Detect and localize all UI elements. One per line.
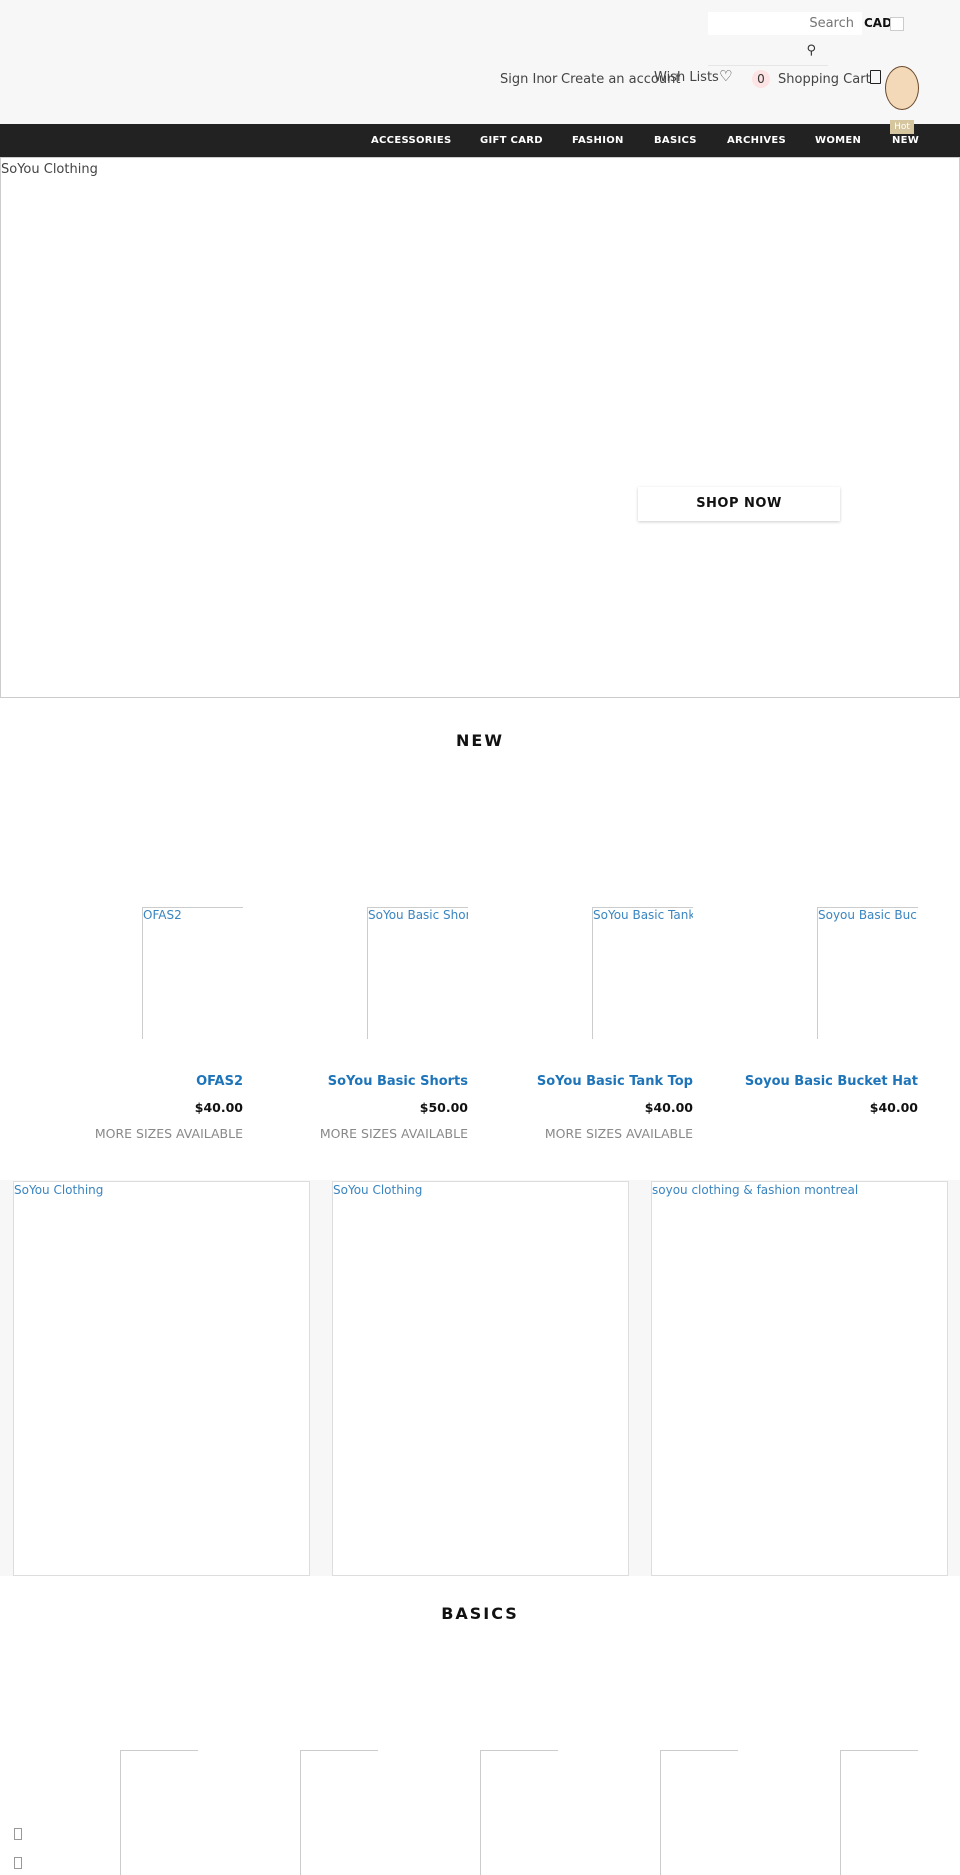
shopping-cart-link[interactable]: Shopping Cart xyxy=(778,72,871,87)
nav-basics[interactable]: BASICS xyxy=(654,135,697,146)
shop-now-button[interactable]: SHOP NOW xyxy=(638,487,840,521)
product-image[interactable] xyxy=(120,1750,198,1875)
nav-gift-card[interactable]: GIFT CARD xyxy=(480,135,543,146)
promo-banner[interactable]: SoYou Clothing xyxy=(13,1181,310,1576)
product-note: MORE SIZES AVAILABLE xyxy=(544,1126,693,1141)
hero-image-alt: SoYou Clothing xyxy=(1,162,98,177)
product-title[interactable]: Soyou Basic Bucket Hat xyxy=(698,1074,918,1089)
new-section-title: NEW xyxy=(456,731,504,750)
search-input[interactable] xyxy=(708,12,862,35)
social-icon[interactable] xyxy=(14,1857,22,1869)
hero-banner[interactable]: SoYou Clothing xyxy=(0,157,960,698)
currency-flag-icon[interactable] xyxy=(890,17,904,31)
product-image[interactable]: SoYou Basic Tank Top xyxy=(592,907,693,1039)
product-title[interactable]: SoYou Basic Tank Top xyxy=(473,1074,693,1089)
search-button[interactable]: ⚲ xyxy=(708,37,828,66)
basics-section-title: BASICS xyxy=(441,1604,519,1623)
product-price: $40.00 xyxy=(869,1100,918,1115)
nav-new[interactable]: NEW xyxy=(892,135,919,146)
product-title[interactable]: OFAS2 xyxy=(23,1074,243,1089)
heart-icon[interactable]: ♡ xyxy=(719,67,732,85)
nav-women[interactable]: WOMEN xyxy=(815,135,861,146)
product-price: $40.00 xyxy=(194,1100,243,1115)
product-image[interactable]: SoYou Basic Shorts xyxy=(367,907,468,1039)
product-image[interactable]: OFAS2 xyxy=(142,907,243,1039)
hot-badge: Hot xyxy=(890,120,914,134)
social-icon[interactable] xyxy=(14,1828,22,1840)
search-icon: ⚲ xyxy=(806,43,816,58)
cart-count-badge: 0 xyxy=(752,70,770,88)
main-nav: ACCESSORIES GIFT CARD FASHION BASICS ARC… xyxy=(0,124,960,157)
nav-archives[interactable]: ARCHIVES xyxy=(727,135,786,146)
product-price: $40.00 xyxy=(644,1100,693,1115)
product-image[interactable]: Soyou Basic Bucket Hat xyxy=(817,907,918,1039)
currency-selector[interactable]: CAD xyxy=(864,16,892,30)
promo-banner[interactable]: soyou clothing & fashion montreal xyxy=(651,1181,948,1576)
shopping-bag-icon[interactable] xyxy=(870,70,881,84)
product-note: MORE SIZES AVAILABLE xyxy=(94,1126,243,1141)
sign-in-link[interactable]: Sign In xyxy=(500,72,545,87)
mascot-logo-icon xyxy=(885,66,919,110)
product-image[interactable] xyxy=(300,1750,378,1875)
nav-accessories[interactable]: ACCESSORIES xyxy=(371,135,451,146)
product-title[interactable]: SoYou Basic Shorts xyxy=(248,1074,468,1089)
product-image[interactable] xyxy=(480,1750,558,1875)
wish-lists-link[interactable]: Wish Lists xyxy=(654,70,719,85)
product-price: $50.00 xyxy=(419,1100,468,1115)
or-text: or xyxy=(544,72,558,87)
nav-fashion[interactable]: FASHION xyxy=(572,135,624,146)
product-note: MORE SIZES AVAILABLE xyxy=(319,1126,468,1141)
promo-banner[interactable]: SoYou Clothing xyxy=(332,1181,629,1576)
product-image[interactable] xyxy=(660,1750,738,1875)
product-image[interactable] xyxy=(840,1750,918,1875)
